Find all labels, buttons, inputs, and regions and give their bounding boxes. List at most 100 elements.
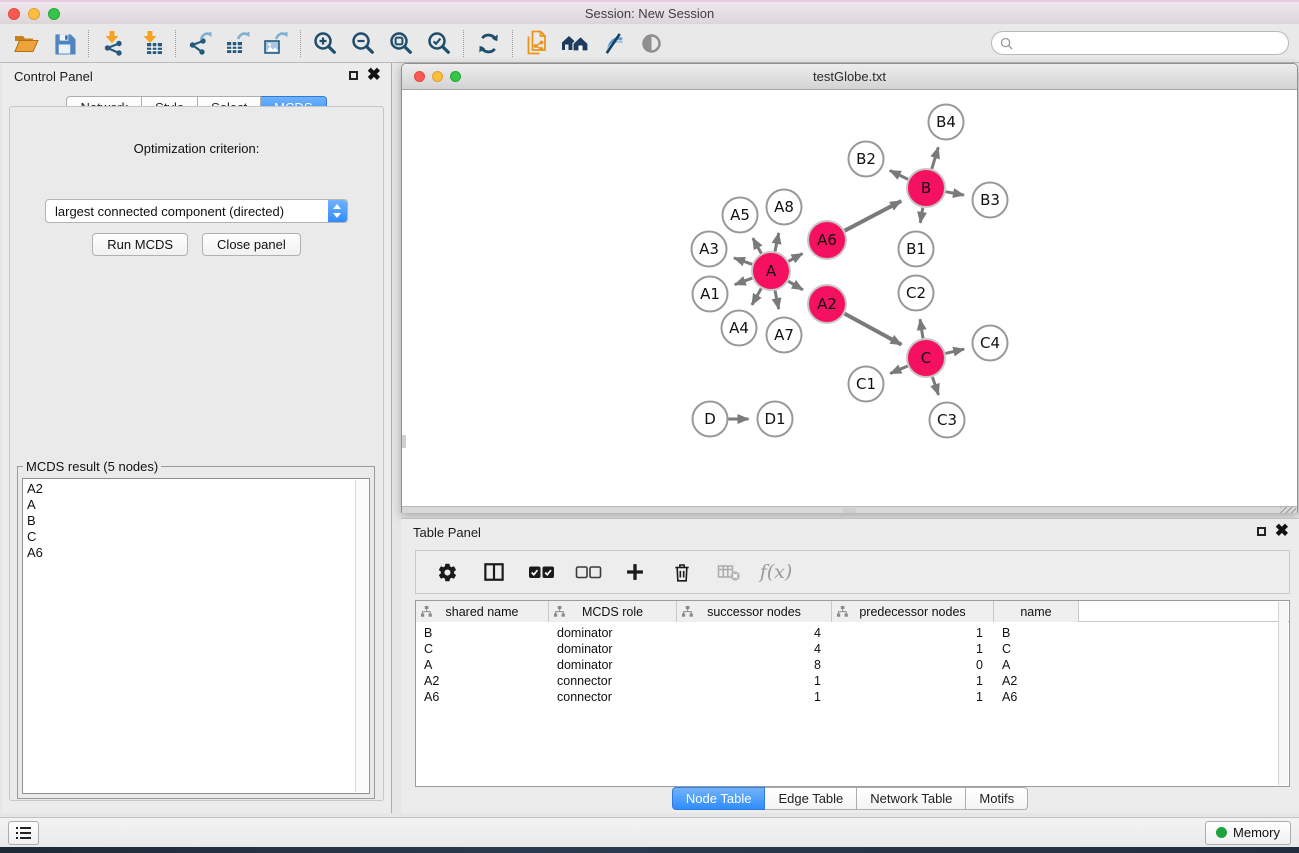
table-row[interactable]: Bdominator41B xyxy=(416,625,1289,641)
export-network-icon[interactable] xyxy=(184,28,216,58)
table-cell[interactable]: 1 xyxy=(677,673,832,689)
node-A[interactable]: A xyxy=(752,252,790,290)
node-C3[interactable]: C3 xyxy=(930,403,965,438)
float-panel-icon[interactable] xyxy=(1257,527,1266,536)
table-row[interactable]: Adominator80A xyxy=(416,657,1289,673)
split-columns-icon[interactable] xyxy=(480,557,508,587)
column-header-shared-name[interactable]: shared name xyxy=(416,601,549,622)
table-cell[interactable]: 4 xyxy=(677,625,832,641)
mcds-result-item[interactable]: C xyxy=(27,529,365,545)
tab-motifs[interactable]: Motifs xyxy=(966,787,1028,810)
list-scrollbar[interactable] xyxy=(355,480,368,792)
edge-A-A1[interactable] xyxy=(735,278,752,285)
table-row[interactable]: Cdominator41C xyxy=(416,641,1289,657)
edge-A-A8[interactable] xyxy=(775,233,779,251)
node-B4[interactable]: B4 xyxy=(929,105,964,140)
toggle-graphics-details-icon[interactable] xyxy=(597,28,629,58)
table-cell[interactable]: 1 xyxy=(832,673,994,689)
optimization-criterion-select[interactable]: largest connected component (directed) xyxy=(45,199,348,223)
table-cell[interactable]: A2 xyxy=(416,673,549,689)
mcds-result-item[interactable]: A2 xyxy=(27,481,365,497)
node-D[interactable]: D xyxy=(693,402,728,437)
mcds-result-item[interactable]: A6 xyxy=(27,545,365,561)
network-window-titlebar[interactable]: testGlobe.txt xyxy=(402,64,1297,90)
edge-A-A2[interactable] xyxy=(788,281,803,290)
delete-icon[interactable] xyxy=(668,557,696,587)
zoom-selected-icon[interactable] xyxy=(423,28,455,58)
close-panel-icon[interactable]: ✖ xyxy=(367,68,381,82)
edge-A-A3[interactable] xyxy=(734,258,752,264)
edge-A2-C[interactable] xyxy=(845,314,902,345)
node-A3[interactable]: A3 xyxy=(692,232,727,267)
birds-eye-icon[interactable] xyxy=(635,28,667,58)
column-header-mcds-role[interactable]: MCDS role xyxy=(549,601,677,622)
export-image-icon[interactable] xyxy=(260,28,292,58)
table-cell[interactable]: C xyxy=(994,641,1079,657)
table-cell[interactable]: A6 xyxy=(416,689,549,705)
import-network-icon[interactable] xyxy=(97,28,129,58)
select-all-icon[interactable] xyxy=(527,557,555,587)
search-box[interactable] xyxy=(991,31,1289,55)
tab-edge-table[interactable]: Edge Table xyxy=(765,787,857,810)
float-panel-icon[interactable] xyxy=(349,71,358,80)
table-cell[interactable]: 1 xyxy=(677,689,832,705)
column-header-predecessor-nodes[interactable]: predecessor nodes xyxy=(832,601,994,622)
delete-table-icon[interactable] xyxy=(715,557,743,587)
node-B2[interactable]: B2 xyxy=(849,142,884,177)
table-cell[interactable]: A6 xyxy=(994,689,1079,705)
minimize-window-button[interactable] xyxy=(28,8,40,20)
close-panel-icon[interactable]: ✖ xyxy=(1275,524,1289,538)
table-cell[interactable]: 0 xyxy=(832,657,994,673)
export-table-icon[interactable] xyxy=(222,28,254,58)
edge-B-B3[interactable] xyxy=(946,192,964,195)
search-input[interactable] xyxy=(1018,35,1280,52)
node-A2[interactable]: A2 xyxy=(808,285,846,323)
refresh-icon[interactable] xyxy=(472,28,504,58)
zoom-in-icon[interactable] xyxy=(309,28,341,58)
save-session-icon[interactable] xyxy=(48,28,80,58)
table-cell[interactable]: A xyxy=(416,657,549,673)
node-C4[interactable]: C4 xyxy=(973,326,1008,361)
node-A1[interactable]: A1 xyxy=(693,277,728,312)
table-cell[interactable]: dominator xyxy=(549,641,677,657)
edge-B-B1[interactable] xyxy=(920,208,922,223)
window-titlebar[interactable]: Session: New Session xyxy=(0,0,1299,24)
node-B[interactable]: B xyxy=(907,169,945,207)
add-column-icon[interactable] xyxy=(621,557,649,587)
clone-network-icon[interactable] xyxy=(521,28,553,58)
edge-A-A5[interactable] xyxy=(753,238,761,253)
table-cell[interactable]: C xyxy=(416,641,549,657)
table-cell[interactable]: B xyxy=(416,625,549,641)
edge-C-C1[interactable] xyxy=(890,366,907,374)
node-C[interactable]: C xyxy=(907,339,945,377)
mcds-result-item[interactable]: B xyxy=(27,513,365,529)
tab-node-table[interactable]: Node Table xyxy=(672,787,766,810)
edge-B-B4[interactable] xyxy=(932,147,939,168)
table-cell[interactable]: 1 xyxy=(832,689,994,705)
network-canvas[interactable]: B4B2BB3A8A5A6B1A3AA1C2A2A4A7C4CC1C3DD1 xyxy=(402,90,1297,506)
table-cell[interactable]: B xyxy=(994,625,1079,641)
table-cell[interactable]: 4 xyxy=(677,641,832,657)
node-A4[interactable]: A4 xyxy=(722,311,757,346)
show-all-networks-icon[interactable] xyxy=(559,28,591,58)
deselect-all-icon[interactable] xyxy=(574,557,602,587)
tab-network-table[interactable]: Network Table xyxy=(857,787,966,810)
edge-A-A4[interactable] xyxy=(752,288,761,304)
edge-A-A6[interactable] xyxy=(788,254,802,262)
resize-grip-icon[interactable] xyxy=(1280,507,1296,513)
run-mcds-button[interactable]: Run MCDS xyxy=(92,233,188,256)
table-cell[interactable]: dominator xyxy=(549,625,677,641)
table-scrollbar[interactable] xyxy=(1278,602,1288,785)
task-history-button[interactable] xyxy=(8,821,39,845)
table-cell[interactable]: 1 xyxy=(832,641,994,657)
table-cell[interactable]: A xyxy=(994,657,1079,673)
edge-A6-B[interactable] xyxy=(845,201,902,231)
edge-C-C4[interactable] xyxy=(945,349,964,353)
open-file-icon[interactable] xyxy=(10,28,42,58)
close-window-button[interactable] xyxy=(8,8,20,20)
edge-C-C2[interactable] xyxy=(920,319,923,338)
node-C2[interactable]: C2 xyxy=(899,276,934,311)
edge-C-C3[interactable] xyxy=(932,377,938,395)
table-row[interactable]: A6connector11A6 xyxy=(416,689,1289,705)
gear-icon[interactable] xyxy=(433,557,461,587)
